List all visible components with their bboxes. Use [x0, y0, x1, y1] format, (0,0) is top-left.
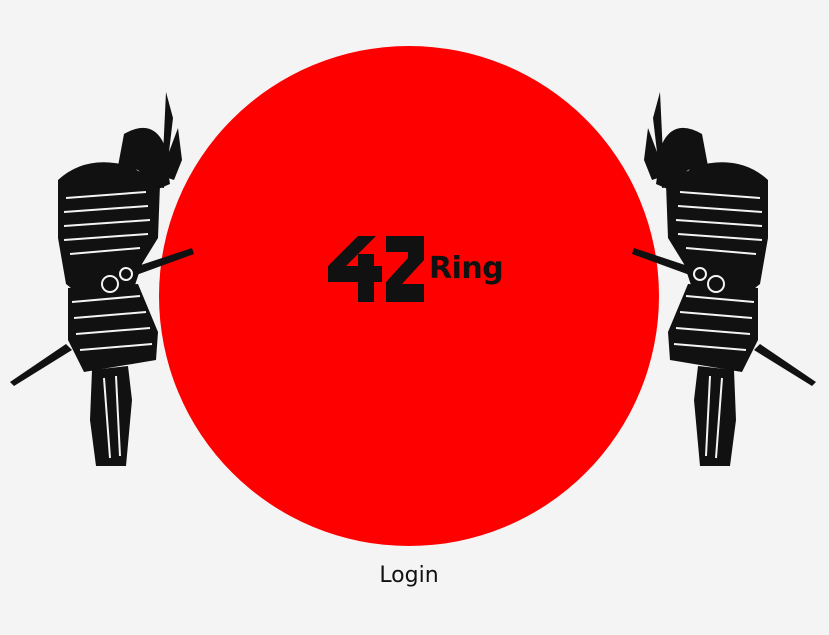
landing-stage: Ring Login — [0, 0, 829, 635]
samurai-left-icon — [10, 92, 194, 466]
logo-wordmark: Ring — [429, 251, 504, 286]
logo-42-mark — [328, 236, 424, 302]
samurai-right-icon — [632, 92, 816, 466]
login-link[interactable]: Login — [360, 560, 458, 592]
logo-42ring: Ring — [326, 230, 504, 305]
